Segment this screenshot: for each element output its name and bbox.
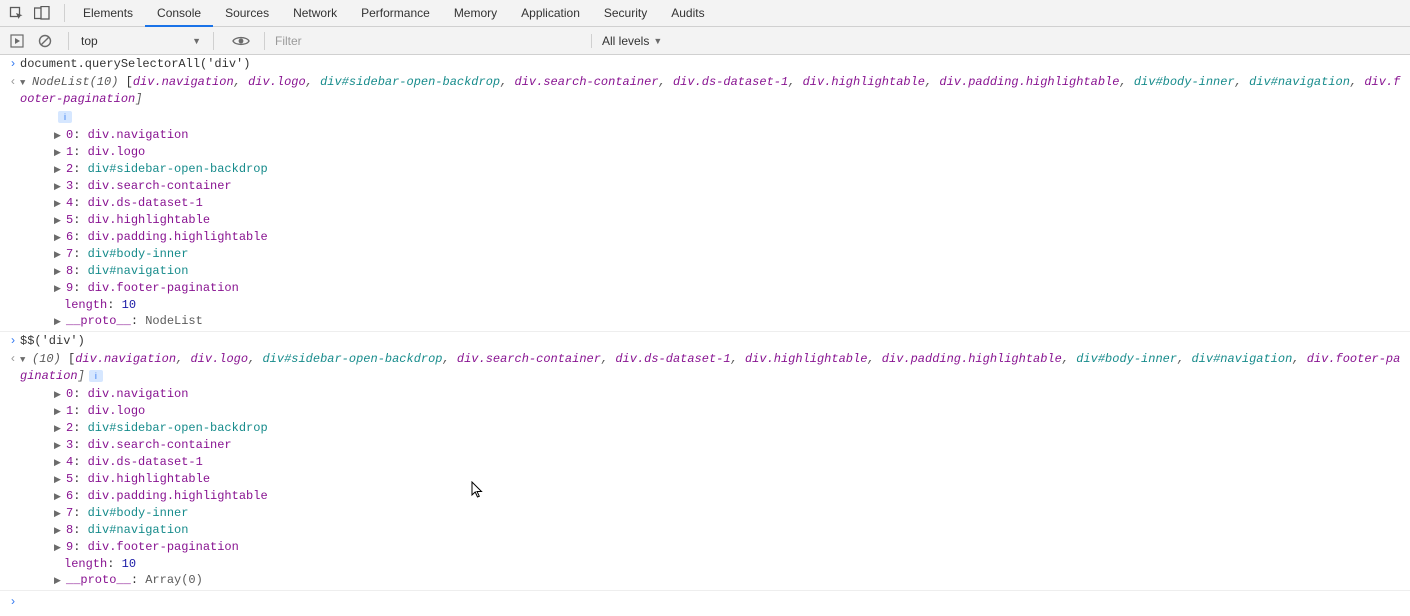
tab-security[interactable]: Security (592, 0, 659, 27)
expand-toggle[interactable] (20, 351, 30, 368)
tab-network[interactable]: Network (281, 0, 349, 27)
expand-toggle[interactable] (54, 161, 64, 178)
filter-input[interactable] (271, 31, 587, 51)
chevron-down-icon: ▼ (653, 36, 662, 46)
tab-sources[interactable]: Sources (213, 0, 281, 27)
tab-elements[interactable]: Elements (71, 0, 145, 27)
expand-toggle[interactable] (54, 471, 64, 488)
separator (264, 32, 265, 50)
expand-toggle[interactable] (20, 74, 30, 91)
expand-toggle[interactable] (54, 488, 64, 505)
expand-toggle[interactable] (54, 386, 64, 403)
expand-toggle[interactable] (54, 420, 64, 437)
devtools-tabbar: ElementsConsoleSourcesNetworkPerformance… (0, 0, 1410, 27)
expand-toggle[interactable] (54, 229, 64, 246)
expand-toggle[interactable] (54, 572, 64, 589)
chevron-down-icon: ▼ (192, 36, 201, 46)
console-result-summary[interactable]: NodeList(10) [div.navigation, div.logo, … (20, 74, 1410, 107)
expand-toggle[interactable] (54, 539, 64, 556)
expand-toggle[interactable] (54, 522, 64, 539)
expand-toggle[interactable] (54, 178, 64, 195)
separator (64, 4, 65, 22)
context-selector-value: top (81, 34, 98, 48)
expand-toggle[interactable] (54, 246, 64, 263)
console-result-summary[interactable]: (10) [div.navigation, div.logo, div#side… (20, 351, 1410, 384)
tab-memory[interactable]: Memory (442, 0, 509, 27)
clear-console-icon[interactable] (34, 30, 56, 52)
inspect-icon[interactable] (6, 3, 26, 23)
console-input-echo: document.querySelectorAll('div') (20, 56, 1410, 72)
info-badge[interactable]: i (58, 111, 72, 123)
tab-performance[interactable]: Performance (349, 0, 442, 27)
device-toolbar-icon[interactable] (32, 3, 52, 23)
console-result-items: 0: div.navigation1: div.logo2: div#sideb… (20, 127, 1410, 330)
play-button-icon[interactable] (6, 30, 28, 52)
console-result-items: 0: div.navigation1: div.logo2: div#sideb… (20, 386, 1410, 589)
tab-console[interactable]: Console (145, 0, 213, 27)
console-prompt-input[interactable] (20, 594, 24, 608)
tab-application[interactable]: Application (509, 0, 592, 27)
live-expression-icon[interactable] (230, 30, 252, 52)
expand-toggle[interactable] (54, 127, 64, 144)
console-toolbar: top ▼ All levels ▼ (0, 27, 1410, 55)
expand-toggle[interactable] (54, 437, 64, 454)
expand-toggle[interactable] (54, 195, 64, 212)
console-output: ›document.querySelectorAll('div')‹NodeLi… (0, 55, 1410, 616)
expand-toggle[interactable] (54, 454, 64, 471)
expand-toggle[interactable] (54, 403, 64, 420)
expand-toggle[interactable] (54, 280, 64, 297)
console-input-echo: $$('div') (20, 333, 1410, 349)
expand-toggle[interactable] (54, 212, 64, 229)
log-levels-selector[interactable]: All levels ▼ (591, 34, 662, 48)
context-selector[interactable]: top ▼ (75, 31, 207, 51)
separator (213, 32, 214, 50)
separator (68, 32, 69, 50)
tab-audits[interactable]: Audits (659, 0, 716, 27)
expand-toggle[interactable] (54, 313, 64, 330)
expand-toggle[interactable] (54, 263, 64, 280)
info-badge[interactable]: i (89, 370, 103, 382)
expand-toggle[interactable] (54, 505, 64, 522)
expand-toggle[interactable] (54, 144, 64, 161)
log-levels-label: All levels (602, 34, 649, 48)
console-prompt[interactable]: › (0, 590, 1410, 616)
